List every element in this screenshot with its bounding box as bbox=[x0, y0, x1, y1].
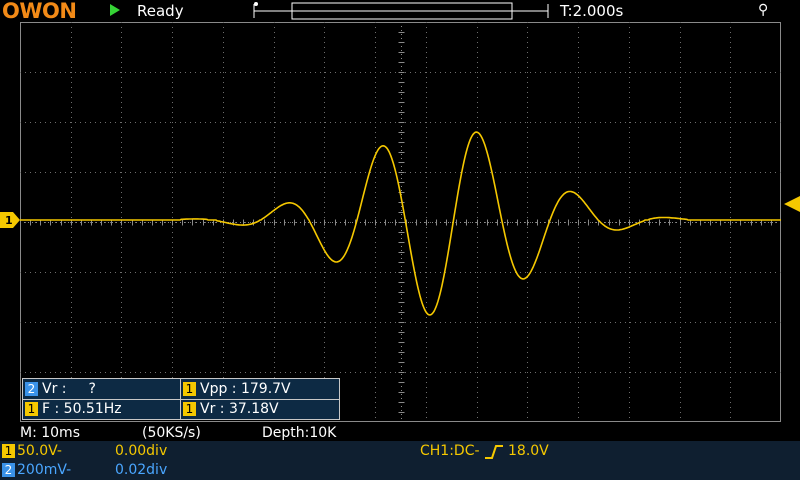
memory-position-bar[interactable] bbox=[252, 0, 552, 22]
waveform-display[interactable] bbox=[20, 22, 781, 422]
divider bbox=[23, 399, 339, 400]
run-play-icon[interactable] bbox=[110, 4, 120, 16]
graticule bbox=[20, 22, 781, 422]
ch2-badge: 2 bbox=[2, 463, 15, 477]
brand-logo: OWON bbox=[2, 0, 77, 23]
ch1-waveform-trace bbox=[20, 131, 781, 316]
main-timebase[interactable]: M: 10ms bbox=[20, 425, 80, 441]
rising-edge-icon bbox=[485, 445, 503, 459]
ch1-badge: 1 bbox=[2, 444, 15, 458]
ch2-vr-measurement: 2 Vr :? bbox=[25, 381, 96, 397]
ch2-info-row[interactable]: 2 200mV- 0.02div bbox=[0, 461, 800, 480]
ch1-frequency-measurement: 1 F : 50.51Hz bbox=[25, 401, 122, 417]
ch1-ground-marker[interactable]: 1 bbox=[0, 212, 20, 228]
trigger-source[interactable]: CH1:DC- bbox=[420, 443, 480, 459]
ch2-badge: 2 bbox=[25, 382, 38, 396]
memory-depth[interactable]: Depth:10K bbox=[262, 425, 336, 441]
ch1-badge: 1 bbox=[183, 382, 196, 396]
trigger-level[interactable]: 18.0V bbox=[508, 443, 549, 459]
sample-rate: (50KS/s) bbox=[142, 425, 201, 441]
ch1-frequency-value: F : 50.51Hz bbox=[42, 401, 122, 417]
ch2-vr-label: Vr : bbox=[42, 381, 67, 397]
ch1-vpp-value: Vpp : 179.7V bbox=[200, 381, 291, 397]
ch1-volts-div[interactable]: 50.0V- bbox=[17, 443, 62, 459]
ch1-badge: 1 bbox=[25, 402, 38, 416]
top-status-bar: OWON Ready T:2.000s ⚲ bbox=[0, 0, 800, 23]
acquisition-status: Ready bbox=[137, 2, 184, 20]
ch1-offset[interactable]: 0.00div bbox=[115, 443, 167, 459]
measurement-panel: 2 Vr :? 1 Vpp : 179.7V 1 F : 50.51Hz 1 Vr : … bbox=[22, 378, 340, 420]
ch1-vpp-measurement: 1 Vpp : 179.7V bbox=[183, 381, 291, 397]
ch2-volts-div[interactable]: 200mV- bbox=[17, 462, 71, 478]
trigger-level-marker[interactable] bbox=[784, 196, 800, 212]
svg-text:1: 1 bbox=[5, 214, 13, 227]
timebase-readout: T:2.000s bbox=[560, 2, 624, 20]
usb-icon: ⚲ bbox=[758, 2, 769, 18]
acquisition-info-bar: M: 10ms (50KS/s) Depth:10K bbox=[0, 422, 800, 442]
ch1-badge: 1 bbox=[183, 402, 196, 416]
ch1-info-row[interactable]: 1 50.0V- 0.00div CH1:DC- 18.0V bbox=[0, 442, 800, 461]
ch2-vr-value: ? bbox=[88, 381, 96, 397]
ch1-vr-measurement: 1 Vr : 37.18V bbox=[183, 401, 279, 417]
channel-info-bar: 1 50.0V- 0.00div CH1:DC- 18.0V 2 200mV- … bbox=[0, 441, 800, 480]
ch2-offset[interactable]: 0.02div bbox=[115, 462, 167, 478]
ch1-vr-value: Vr : 37.18V bbox=[200, 401, 279, 417]
